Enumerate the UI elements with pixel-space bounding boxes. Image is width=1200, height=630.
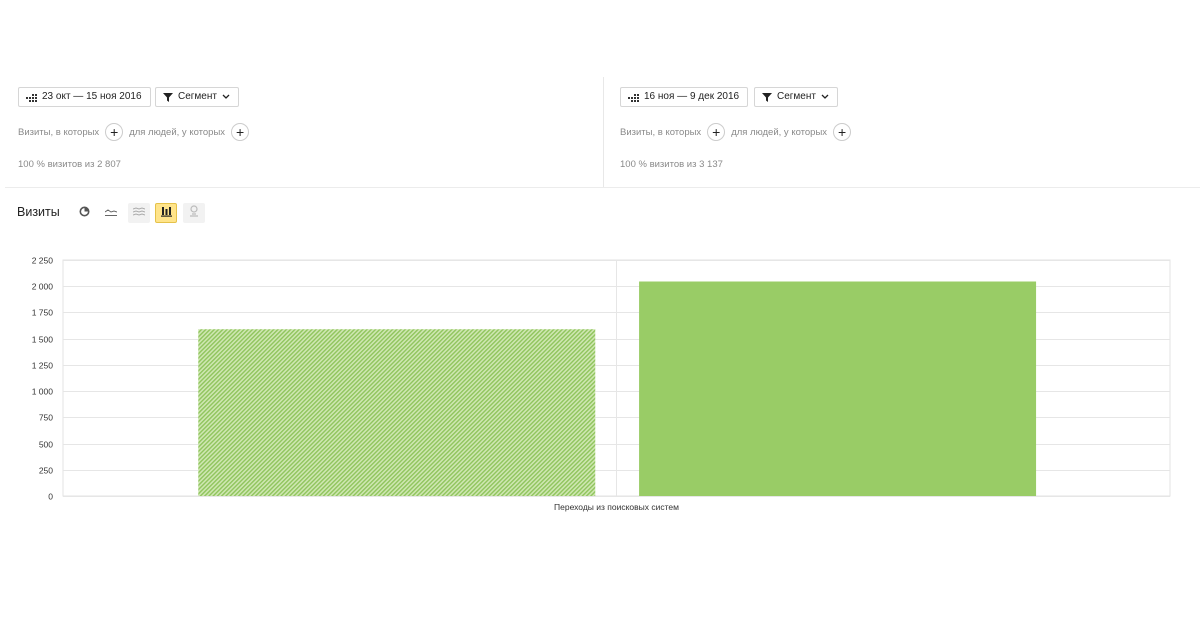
bar-series-1[interactable]	[198, 329, 596, 496]
filter-icon	[762, 92, 772, 102]
pie-chart-icon	[79, 204, 90, 222]
segment-button-left[interactable]: Сегмент	[155, 87, 239, 107]
chart-canvas: 0 250 500 750 1 000 1 250 1 500 1 750 2 000 2 250…	[32, 256, 1171, 512]
y-tick-label: 1 750	[32, 308, 54, 318]
area-chart-button[interactable]	[128, 203, 150, 223]
filter-icon	[163, 92, 173, 102]
visits-condition-label: Визиты, в которых	[18, 126, 100, 138]
y-tick-label: 1 250	[32, 361, 54, 371]
line-chart-button[interactable]	[100, 203, 122, 223]
map-button[interactable]	[183, 203, 205, 223]
date-range-label: 23 окт — 15 ноя 2016	[42, 91, 142, 102]
line-chart-icon	[104, 204, 118, 222]
date-range-button-left[interactable]: 23 окт — 15 ноя 2016	[18, 87, 151, 107]
calendar-icon	[26, 93, 37, 102]
map-icon	[189, 204, 199, 222]
y-tick-label: 1 500	[32, 335, 54, 345]
segment-label: Сегмент	[777, 91, 816, 102]
bar-chart-button[interactable]	[155, 203, 177, 223]
add-people-condition-button[interactable]: +	[231, 123, 250, 141]
segment-label: Сегмент	[178, 91, 217, 102]
y-tick-label: 1 000	[32, 387, 54, 397]
bar-series-2[interactable]	[639, 281, 1037, 496]
bar-chart-icon	[160, 204, 172, 222]
chevron-down-icon	[821, 94, 829, 100]
metric-title: Визиты	[17, 205, 60, 219]
visits-percent-left: 100 % визитов из 2 807	[18, 159, 121, 170]
visits-percent-right: 100 % визитов из 3 137	[620, 159, 723, 170]
y-tick-label: 500	[39, 440, 53, 450]
y-axis: 0 250 500 750 1 000 1 250 1 500 1 750 2 000 2 250	[32, 256, 54, 502]
y-tick-label: 0	[48, 492, 53, 502]
y-tick-label: 2 000	[32, 282, 54, 292]
area-chart-icon	[132, 204, 146, 222]
visits-condition-label: Визиты, в которых	[620, 126, 702, 138]
y-tick-label: 2 250	[32, 256, 54, 266]
date-range-button-right[interactable]: 16 ноя — 9 дек 2016	[620, 87, 749, 107]
segment-panel-right: 16 ноя — 9 дек 2016 Сегмент Визиты, в ко…	[604, 77, 1200, 187]
people-condition-label: для людей, у которых	[129, 126, 226, 138]
date-range-label: 16 ноя — 9 дек 2016	[644, 91, 740, 102]
section-divider	[5, 187, 1200, 188]
y-tick-label: 250	[39, 466, 53, 476]
chevron-down-icon	[222, 94, 230, 100]
add-visit-condition-button[interactable]: +	[707, 123, 726, 141]
bars	[198, 281, 1037, 496]
segment-panel-left: 23 окт — 15 ноя 2016 Сегмент Визиты, в к…	[0, 77, 603, 187]
add-visit-condition-button[interactable]: +	[105, 123, 124, 141]
segment-conditions-right: Визиты, в которых + для людей, у которых…	[620, 123, 857, 141]
add-people-condition-button[interactable]: +	[833, 123, 852, 141]
people-condition-label: для людей, у которых	[731, 126, 828, 138]
visits-bar-chart: 0 250 500 750 1 000 1 250 1 500 1 750 2 000 2 250…	[0, 250, 1200, 525]
x-axis: Переходы из поисковых систем	[554, 502, 679, 512]
x-category-label: Переходы из поисковых систем	[554, 502, 679, 512]
pie-chart-button[interactable]	[73, 203, 95, 223]
segment-conditions-left: Визиты, в которых + для людей, у которых…	[18, 123, 255, 141]
y-tick-label: 750	[39, 413, 53, 423]
calendar-icon	[628, 93, 639, 102]
segment-button-right[interactable]: Сегмент	[754, 87, 838, 107]
